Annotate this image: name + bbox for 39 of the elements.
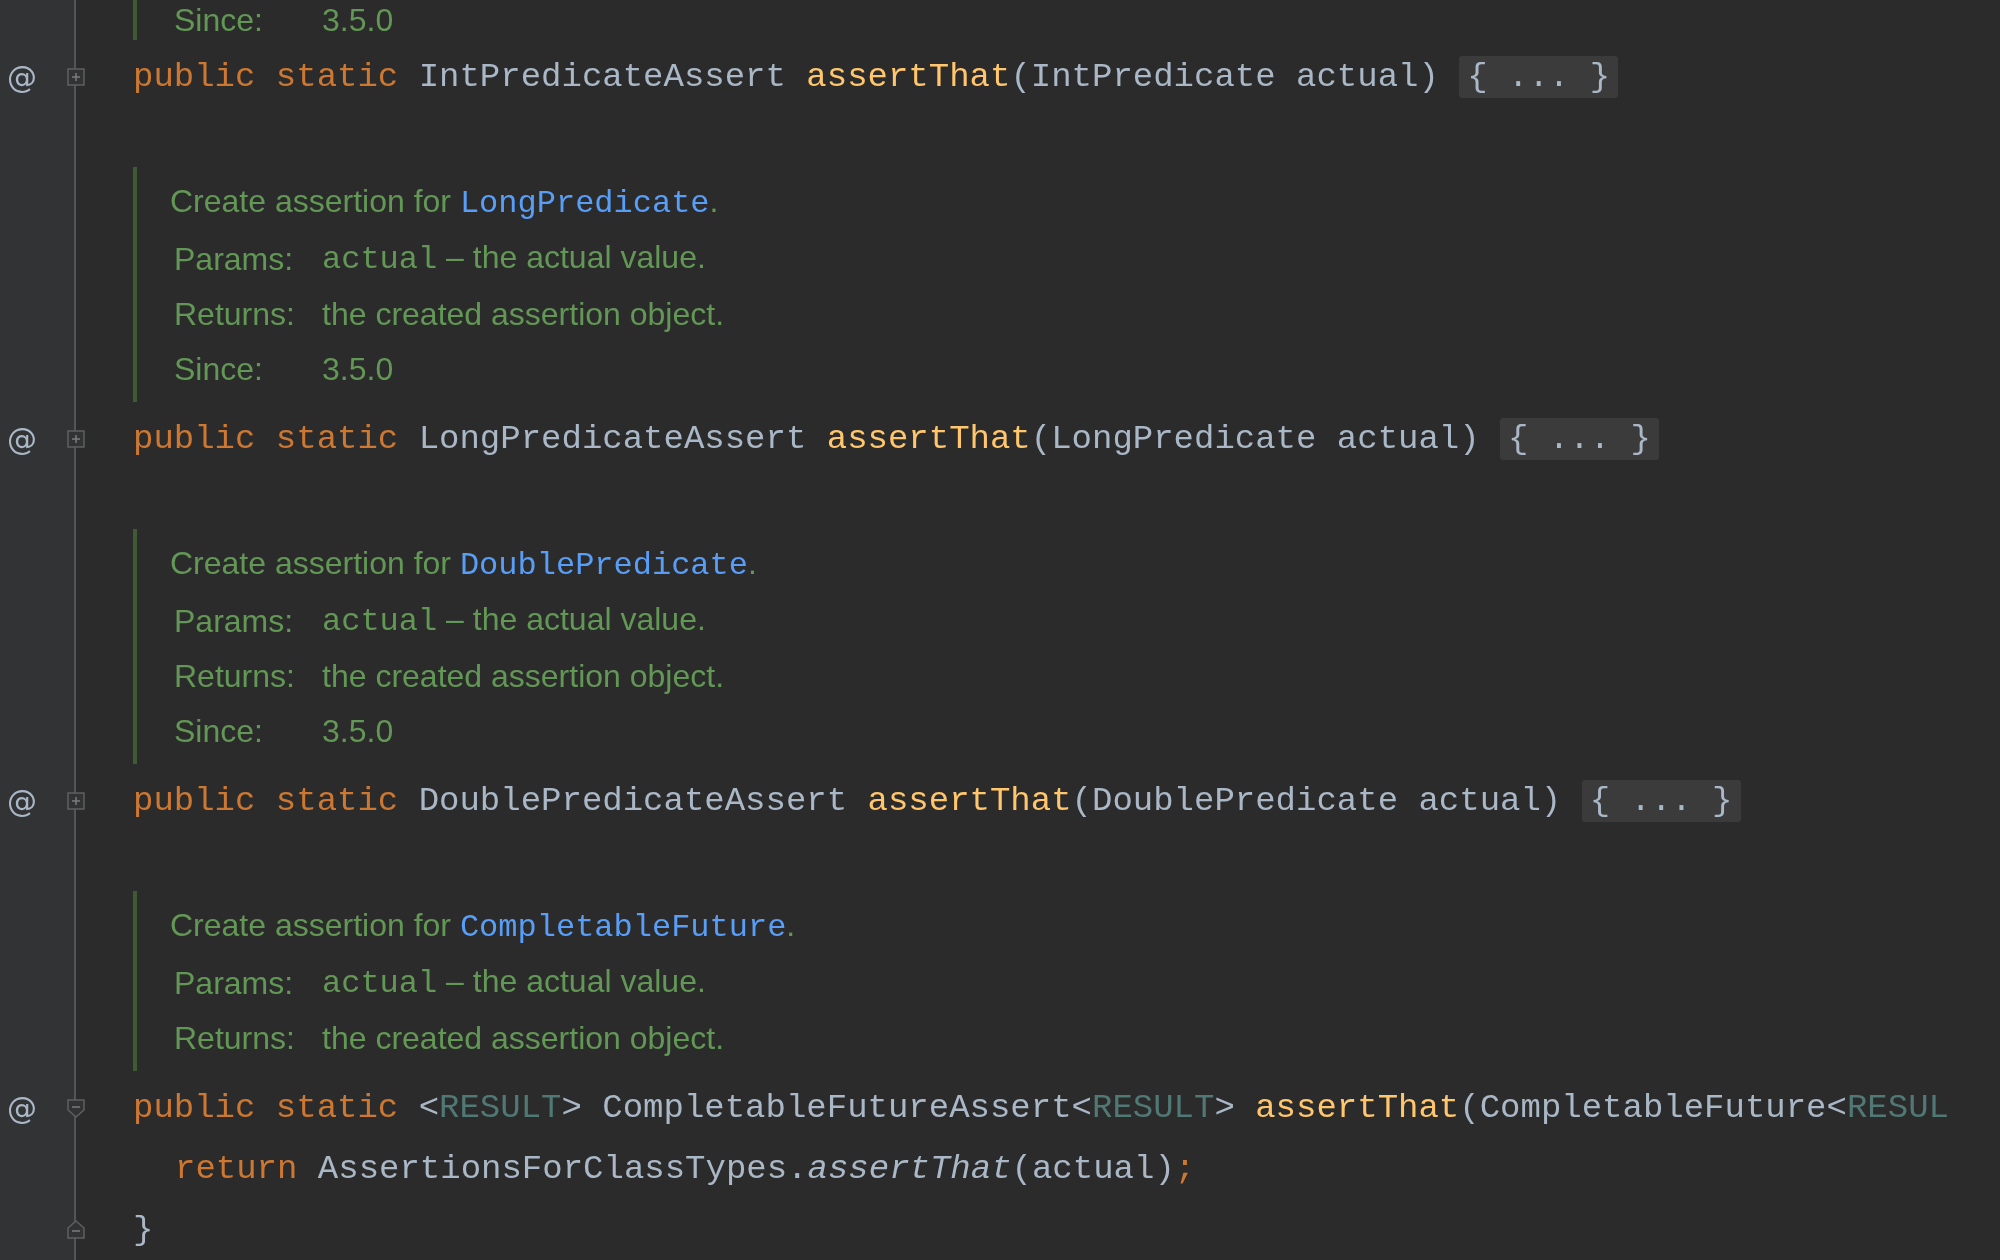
at-sign-icon[interactable]: @ <box>0 1085 44 1131</box>
code-line: public static <RESULT> CompletableFutureAssert<RESULT> assertThat(CompletableFuture<RESUL <box>133 1087 1949 1129</box>
doc-tag-value: the created assertion object. <box>322 1018 724 1058</box>
doc-tag-label: Since: <box>174 711 264 751</box>
doc-tag-label: Params: <box>174 239 295 279</box>
fold-minus-icon[interactable] <box>66 1098 86 1118</box>
doc-tag-label: Returns: <box>174 294 296 334</box>
code-line: public static IntPredicateAssert assertThat(IntPredicate actual) { ... } <box>133 51 1619 103</box>
doc-tag-value: actual – the actual value. <box>322 600 706 642</box>
fold-plus-icon[interactable] <box>66 67 86 87</box>
doc-summary: Create assertion for CompletableFuture. <box>170 906 796 948</box>
doc-tag-label: Since: <box>174 349 264 389</box>
doc-tag-value: actual – the actual value. <box>322 238 706 280</box>
fold-plus-icon[interactable] <box>66 429 86 449</box>
doc-summary: Create assertion for DoublePredicate. <box>170 544 757 586</box>
code-line: public static DoublePredicateAssert assertThat(DoublePredicate actual) { ... } <box>133 775 1741 827</box>
code-line: public static LongPredicateAssert assertThat(LongPredicate actual) { ... } <box>133 413 1659 465</box>
doc-tag-value: the created assertion object. <box>322 656 724 696</box>
doc-tag-value: 3.5.0 <box>322 349 394 389</box>
doc-link[interactable]: CompletableFuture <box>459 909 787 946</box>
code-line: return AssertionsForClassTypes.assertThat(actual); <box>174 1148 1196 1190</box>
at-sign-icon[interactable]: @ <box>0 778 44 824</box>
doc-tag-value: 3.5.0 <box>322 711 394 751</box>
doc-tag-value: the created assertion object. <box>322 294 724 334</box>
doc-tag-label: Returns: <box>174 656 296 696</box>
fold-minus-icon[interactable] <box>66 1220 86 1240</box>
fold-plus-icon[interactable] <box>66 791 86 811</box>
doc-tag-value: actual – the actual value. <box>322 962 706 1004</box>
doc-link[interactable]: LongPredicate <box>459 185 710 222</box>
code-line: } <box>133 1209 154 1251</box>
at-sign-icon[interactable]: @ <box>0 54 44 100</box>
doc-summary: Create assertion for LongPredicate. <box>170 182 720 224</box>
doc-tag-label: Since: <box>174 1 264 40</box>
doc-tag-label: Params: <box>174 963 295 1003</box>
doc-tag-value: 3.5.0 <box>322 1 394 40</box>
doc-link[interactable]: DoublePredicate <box>459 547 748 584</box>
at-sign-icon[interactable]: @ <box>0 416 44 462</box>
doc-tag-label: Returns: <box>174 1018 296 1058</box>
doc-tag-label: Params: <box>174 601 295 641</box>
